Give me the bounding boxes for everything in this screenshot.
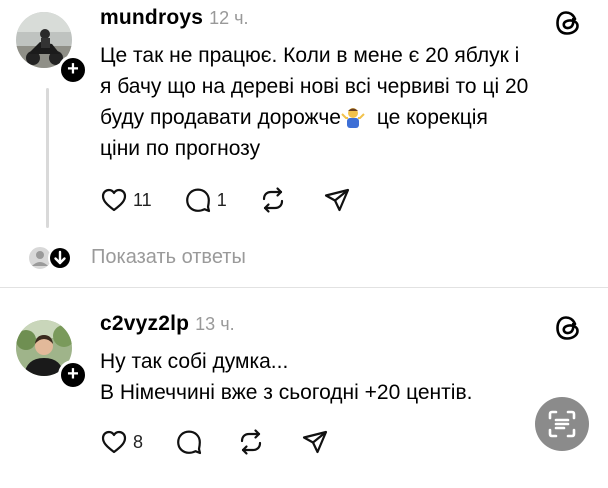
like-count: 11: [133, 189, 152, 210]
comment-line: В Німеччині вже з сьогодні +20 центів.: [100, 381, 473, 404]
show-replies-link[interactable]: Показать ответы: [91, 246, 246, 269]
share-icon: [324, 188, 349, 212]
share-button[interactable]: [301, 428, 329, 456]
chevron-down-icon: [50, 248, 70, 273]
threads-logo-icon[interactable]: [553, 313, 583, 348]
share-button[interactable]: [323, 186, 351, 214]
repost-icon: [262, 187, 283, 213]
action-bar: 11 1: [100, 186, 351, 214]
thread-line: [46, 88, 49, 228]
follow-plus-icon[interactable]: +: [58, 360, 88, 390]
reply-button[interactable]: [175, 428, 203, 456]
heart-icon: [101, 188, 127, 212]
comment-text: Ну так собі думка... В Німеччині вже з с…: [100, 346, 540, 408]
action-bar: 8: [100, 428, 329, 456]
comment-text: Це так не працює. Коли в мене є 20 яблук…: [100, 40, 595, 164]
comment-line: я бачу що на дереві нові всі червиві то …: [100, 75, 529, 98]
timestamp: 12 ч.: [209, 8, 249, 28]
scan-text-button[interactable]: [535, 397, 589, 451]
like-count: 8: [133, 431, 144, 452]
comment-icon: [185, 188, 210, 213]
username[interactable]: mundroys: [100, 6, 203, 30]
timestamp: 13 ч.: [195, 314, 235, 334]
repost-button[interactable]: [259, 186, 287, 214]
username[interactable]: c2vyz2lp: [100, 312, 189, 336]
comment-line: Ну так собі думка...: [100, 350, 289, 373]
comment-line: буду продавати дорожче це корекція: [100, 102, 595, 133]
reply-count: 1: [216, 189, 227, 210]
scan-text-icon: [548, 410, 576, 438]
comment-header: c2vyz2lp 13 ч.: [100, 312, 235, 336]
reply-button[interactable]: 1: [184, 186, 227, 214]
comment-text-part: це корекція: [376, 106, 488, 129]
person-shrugging-emoji: [341, 104, 365, 128]
like-button[interactable]: 8: [100, 428, 143, 456]
comment-header: mundroys 12 ч.: [100, 6, 249, 30]
follow-plus-icon[interactable]: +: [58, 55, 88, 85]
comment-line: Це так не працює. Коли в мене є 20 яблук…: [100, 44, 520, 67]
repost-button[interactable]: [237, 428, 265, 456]
threads-logo-icon[interactable]: [553, 8, 583, 43]
comment-text-part: буду продавати дорожче: [100, 106, 341, 129]
heart-icon: [101, 430, 127, 454]
repost-icon: [240, 429, 262, 455]
comment-line: ціни по прогнозу: [100, 137, 261, 160]
divider: [0, 287, 608, 288]
like-button[interactable]: 11: [100, 186, 152, 214]
share-icon: [302, 430, 328, 454]
comment-icon: [177, 430, 202, 455]
